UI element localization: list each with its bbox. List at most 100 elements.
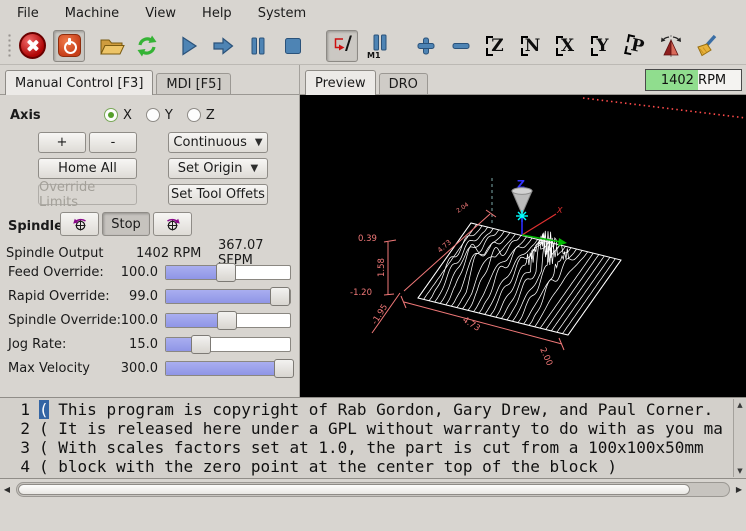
dim-y-max: 2.04 <box>455 201 470 214</box>
m1-pause-icon: M1 <box>367 33 391 59</box>
hscroll-thumb[interactable] <box>18 484 690 495</box>
spindle-override-label: Spindle Override: <box>8 313 121 328</box>
rapid-override-slider[interactable] <box>165 289 291 304</box>
spindle-override-row: Spindle Override: 100.0 <box>0 309 296 331</box>
toolbar-gripper[interactable] <box>7 33 12 59</box>
tab-dro[interactable]: DRO <box>379 73 428 94</box>
pause-button[interactable] <box>244 31 272 61</box>
red-axis-label: X <box>556 206 563 215</box>
line-text: ( With scales factors set at 1.0, the pa… <box>39 438 746 457</box>
step-button[interactable] <box>209 31 237 61</box>
tab-preview[interactable]: Preview <box>305 70 376 95</box>
run-button[interactable] <box>174 31 202 61</box>
jog-rate-slider[interactable] <box>165 337 291 352</box>
gcode-preview-plot[interactable]: Z X <box>300 95 746 398</box>
max-velocity-slider[interactable] <box>165 361 291 376</box>
scroll-left-icon[interactable]: ◀ <box>0 481 14 498</box>
menu-file[interactable]: File <box>4 2 52 25</box>
gcode-line[interactable]: 1( This program is copyright of Rab Gord… <box>0 400 746 419</box>
spindle-cw-button[interactable] <box>153 212 192 236</box>
slider-thumb[interactable] <box>270 287 290 306</box>
view-p-button[interactable]: P <box>622 31 650 61</box>
scroll-right-icon[interactable]: ▶ <box>732 481 746 498</box>
reload-button[interactable] <box>133 31 161 61</box>
dim-z-extent: 1.58 <box>377 258 387 277</box>
axis-radio-y-label: Y <box>165 108 173 123</box>
hscroll-trough[interactable] <box>16 482 730 497</box>
skip-lines-toggle[interactable]: / <box>326 30 358 62</box>
slider-thumb[interactable] <box>274 359 294 378</box>
letter-y-icon: Y <box>590 34 612 58</box>
home-all-button[interactable]: Home All <box>38 158 137 179</box>
scroll-down-icon[interactable]: ▼ <box>737 467 742 475</box>
scroll-up-icon[interactable]: ▲ <box>737 401 742 409</box>
view-z-button[interactable]: Z <box>482 31 510 61</box>
axis-radio-y[interactable] <box>146 108 160 122</box>
plus-icon <box>415 35 437 57</box>
line-number: 2 <box>0 419 30 438</box>
max-velocity-row: Max Velocity 300.0 <box>0 357 296 379</box>
optional-stop-toggle[interactable]: M1 <box>365 31 393 61</box>
slider-thumb[interactable] <box>216 263 236 282</box>
chevron-down-icon: ▼ <box>251 163 259 174</box>
view-x-button[interactable]: X <box>552 31 580 61</box>
spindle-override-slider[interactable] <box>165 313 291 328</box>
jog-rate-label: Jog Rate: <box>8 337 66 352</box>
jog-increment-dropdown[interactable]: Continuous▼ <box>168 132 268 153</box>
jog-minus-button[interactable]: - <box>89 132 137 153</box>
menu-view[interactable]: View <box>132 2 189 25</box>
zoom-out-button[interactable] <box>447 31 475 61</box>
override-limits-button: Override Limits <box>38 184 137 205</box>
machine-power-button[interactable] <box>53 30 85 62</box>
view-y-button[interactable]: Y <box>587 31 615 61</box>
spindle-stop-button[interactable]: Stop <box>102 212 150 236</box>
zoom-in-button[interactable] <box>412 31 440 61</box>
letter-z-icon: Z <box>485 34 507 58</box>
spindle-ccw-icon <box>71 216 89 232</box>
gcode-listing[interactable]: 1( This program is copyright of Rab Gord… <box>0 397 746 479</box>
gcode-line[interactable]: 4( block with the zero point at the cent… <box>0 457 746 476</box>
jog-plus-button[interactable]: + <box>38 132 86 153</box>
jog-rate-row: Jog Rate: 15.0 <box>0 333 296 355</box>
menu-machine[interactable]: Machine <box>52 2 132 25</box>
view-z2-button[interactable]: N <box>517 31 545 61</box>
step-arrow-icon <box>211 35 235 57</box>
dim-x-extent: 4.73 <box>460 315 481 334</box>
jog-rate-value: 15.0 <box>108 337 158 352</box>
linuxcnc-axis-window: File Machine View Help System <box>0 0 746 531</box>
gcode-horizontal-scrollbar[interactable]: ◀ ▶ <box>0 481 746 498</box>
tab-mdi[interactable]: MDI [F5] <box>156 73 231 94</box>
clear-plot-button[interactable] <box>692 31 720 61</box>
minus-icon <box>450 35 472 57</box>
slider-thumb[interactable] <box>191 335 211 354</box>
gcode-vertical-scrollbar[interactable]: ▲ ▼ <box>733 399 746 477</box>
axis-radio-z-label: Z <box>206 108 215 123</box>
pause-icon <box>249 36 267 56</box>
open-file-button[interactable] <box>98 31 126 61</box>
feed-override-slider[interactable] <box>165 265 291 280</box>
stop-button[interactable] <box>279 31 307 61</box>
estop-icon <box>19 32 46 59</box>
dimension-lines <box>372 210 564 350</box>
slider-thumb[interactable] <box>217 311 237 330</box>
set-origin-button[interactable]: Set Origin▼ <box>168 158 268 179</box>
line-number: 4 <box>0 457 30 476</box>
rotate-view-button[interactable] <box>657 31 685 61</box>
estop-button[interactable] <box>18 31 46 61</box>
axis-radio-z[interactable] <box>187 108 201 122</box>
menu-system[interactable]: System <box>245 2 319 25</box>
refresh-icon <box>135 34 159 58</box>
menu-bar: File Machine View Help System <box>0 0 746 27</box>
tab-manual-control[interactable]: Manual Control [F3] <box>5 70 153 95</box>
spindle-rpm-value: 1402 RPM <box>136 246 201 261</box>
gcode-line[interactable]: 2( It is released here under a GPL witho… <box>0 419 746 438</box>
line-text: ( This program is copyright of Rab Gordo… <box>39 400 746 419</box>
axis-radio-x[interactable] <box>104 108 118 122</box>
feed-override-row: Feed Override: 100.0 <box>0 261 296 283</box>
play-icon <box>177 35 199 57</box>
gcode-line[interactable]: 3( With scales factors set at 1.0, the p… <box>0 438 746 457</box>
machine-limit-line <box>583 98 746 118</box>
spindle-ccw-button[interactable] <box>60 212 99 236</box>
menu-help[interactable]: Help <box>189 2 245 25</box>
set-tool-offsets-button[interactable]: Set Tool Offets <box>168 184 268 205</box>
